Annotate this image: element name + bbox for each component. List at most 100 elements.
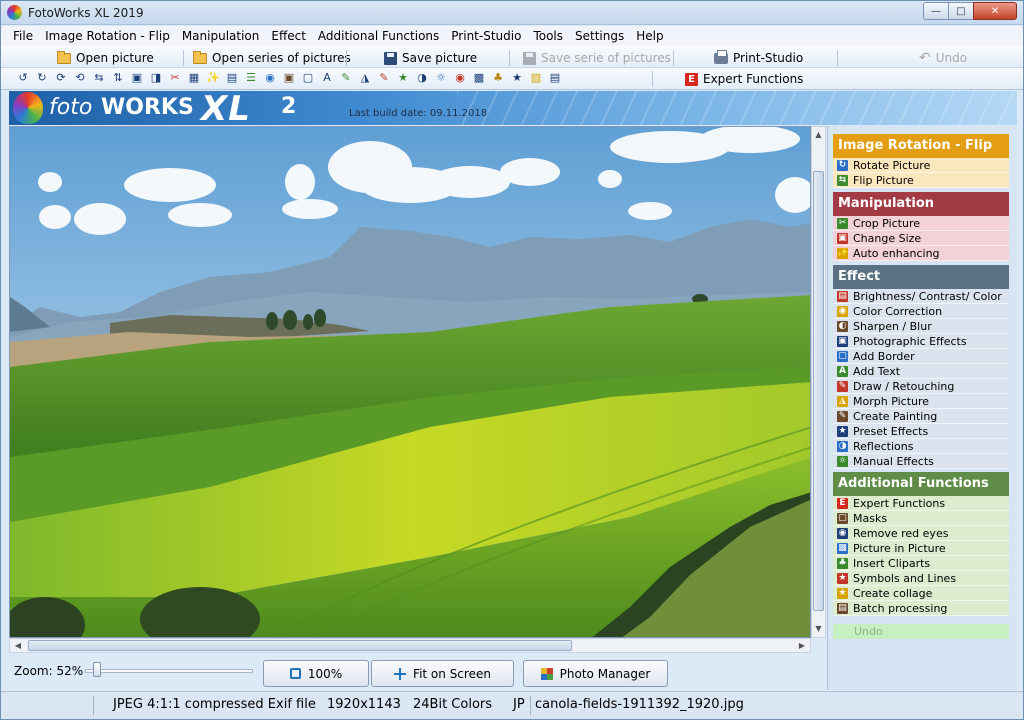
rotate-cw-icon[interactable]: ⟲ xyxy=(72,70,88,86)
panel-item[interactable]: ▤ Brightness/ Contrast/ Color xyxy=(833,289,1009,304)
transform-icon[interactable]: ▦ xyxy=(186,70,202,86)
draw-icon[interactable]: ✎ xyxy=(338,70,354,86)
open-picture-button[interactable]: Open picture xyxy=(57,49,154,67)
horizontal-scrollbar[interactable]: ◀ ▶ xyxy=(9,638,811,653)
open-series-button[interactable]: Open series of pictures xyxy=(193,49,351,67)
panel-undo-button[interactable]: Undo xyxy=(833,624,1009,639)
panel-category-header[interactable]: Additional Functions xyxy=(833,472,1009,496)
manual-effects-icon[interactable]: ☼ xyxy=(433,70,449,86)
flip-vertical-icon[interactable]: ⇅ xyxy=(110,70,126,86)
panel-item[interactable]: ▢ Add Border xyxy=(833,349,1009,364)
vertical-scrollbar[interactable]: ▲ ▼ xyxy=(811,126,826,638)
painting-icon[interactable]: ✎ xyxy=(376,70,392,86)
flip-horizontal-icon[interactable]: ⇆ xyxy=(91,70,107,86)
panel-item[interactable]: ◉ Remove red eyes xyxy=(833,526,1009,541)
picture-in-picture-icon[interactable]: ▩ xyxy=(471,70,487,86)
panel-item[interactable]: ▣ Photographic Effects xyxy=(833,334,1009,349)
panel-item[interactable]: ▤ Batch processing xyxy=(833,601,1009,616)
save-picture-button[interactable]: Save picture xyxy=(384,49,477,67)
panel-item[interactable]: ▩ Picture in Picture xyxy=(833,541,1009,556)
menu-effect[interactable]: Effect xyxy=(265,29,312,43)
auto-enhance-icon[interactable]: ✨ xyxy=(205,70,221,86)
minimize-button[interactable]: — xyxy=(923,2,949,20)
photo-manager-button[interactable]: Photo Manager xyxy=(523,660,668,687)
close-button[interactable]: ✕ xyxy=(973,2,1017,20)
panel-item[interactable]: ☼ Manual Effects xyxy=(833,454,1009,469)
panel-item[interactable]: ◑ Reflections xyxy=(833,439,1009,454)
panel-item[interactable]: ◉ Color Correction xyxy=(833,304,1009,319)
vertical-scroll-thumb[interactable] xyxy=(813,171,824,611)
reflection-icon[interactable]: ◑ xyxy=(414,70,430,86)
text-icon[interactable]: A xyxy=(319,70,335,86)
panel-item[interactable]: ✎ Draw / Retouching xyxy=(833,379,1009,394)
eye-icon[interactable]: ◉ xyxy=(452,70,468,86)
effects-icon[interactable]: ◉ xyxy=(262,70,278,86)
panel-category-header[interactable]: Image Rotation - Flip xyxy=(833,134,1009,158)
panel-item[interactable]: ◮ Morph Picture xyxy=(833,394,1009,409)
panel-item[interactable]: ♣ Insert Cliparts xyxy=(833,556,1009,571)
maximize-button[interactable]: □ xyxy=(948,2,974,20)
panel-item[interactable]: E Expert Functions xyxy=(833,496,1009,511)
panel-item[interactable]: ★ Symbols and Lines xyxy=(833,571,1009,586)
undo-button[interactable]: ↶ Undo xyxy=(919,49,967,67)
cut-icon[interactable]: ✂ xyxy=(167,70,183,86)
menu-image-rotation[interactable]: Image Rotation - Flip xyxy=(39,29,176,43)
rotate-left-icon[interactable]: ↺ xyxy=(15,70,31,86)
panel-category-header[interactable]: Manipulation xyxy=(833,192,1009,216)
symbols-icon[interactable]: ★ xyxy=(509,70,525,86)
menu-settings[interactable]: Settings xyxy=(569,29,630,43)
panel-item-icon: ▩ xyxy=(837,542,848,554)
panel-category-2: Manipulation ✂ Crop Picture ▣ Change Size ✨ Au… xyxy=(833,192,1009,261)
menu-help[interactable]: Help xyxy=(630,29,669,43)
panel-item[interactable]: ★ Preset Effects xyxy=(833,424,1009,439)
panel-item-label: Add Border xyxy=(853,349,915,363)
zoom-slider-knob[interactable] xyxy=(93,662,101,677)
photo-icon[interactable]: ▣ xyxy=(281,70,297,86)
menu-tools[interactable]: Tools xyxy=(527,29,569,43)
levels-icon[interactable]: ▤ xyxy=(224,70,240,86)
panel-item[interactable]: ★ Create collage xyxy=(833,586,1009,601)
menu-additional-functions[interactable]: Additional Functions xyxy=(312,29,445,43)
zoom-100-button[interactable]: 100% xyxy=(263,660,369,687)
separator xyxy=(652,71,653,87)
panel-item[interactable]: ↻ Rotate Picture xyxy=(833,158,1009,173)
frame-icon[interactable]: ▢ xyxy=(300,70,316,86)
scroll-down-icon[interactable]: ▼ xyxy=(812,621,825,637)
collage-icon[interactable]: ▧ xyxy=(528,70,544,86)
horizontal-scroll-thumb[interactable] xyxy=(28,640,572,651)
panel-item[interactable]: ⇆ Flip Picture xyxy=(833,173,1009,188)
scroll-left-icon[interactable]: ◀ xyxy=(10,639,26,652)
zoom-slider[interactable] xyxy=(85,661,255,681)
panel-category-3: Effect ▤ Brightness/ Contrast/ Color ◉ Color… xyxy=(833,265,1009,469)
clipart-icon[interactable]: ♣ xyxy=(490,70,506,86)
panel-item[interactable]: ◐ Sharpen / Blur xyxy=(833,319,1009,334)
panel-category-header[interactable]: Effect xyxy=(833,265,1009,289)
panel-item[interactable]: ✎ Create Painting xyxy=(833,409,1009,424)
tool-icons: ↺ ↻ ⟳ ⟲ ⇆ ⇅ ▣ ◨ ✂ ▦ ✨ ▤ ☰ ◉ ▣ ▢ A ✎ ◮ ✎ ★ ◑ ☼ ◉ ▩ ♣ ★ ▧ ▤ xyxy=(15,70,563,86)
save-series-button[interactable]: Save serie of pictures xyxy=(523,49,671,67)
scroll-right-icon[interactable]: ▶ xyxy=(794,639,810,652)
menu-manipulation[interactable]: Manipulation xyxy=(176,29,266,43)
color-balance-icon[interactable]: ☰ xyxy=(243,70,259,86)
batch-icon[interactable]: ▤ xyxy=(547,70,563,86)
panel-item[interactable]: ▢ Masks xyxy=(833,511,1009,526)
fit-screen-icon xyxy=(394,667,407,680)
menu-file[interactable]: File xyxy=(7,29,39,43)
crop-icon[interactable]: ◨ xyxy=(148,70,164,86)
fit-on-screen-button[interactable]: Fit on Screen xyxy=(371,660,514,687)
resize-icon[interactable]: ▣ xyxy=(129,70,145,86)
rotate-right-icon[interactable]: ↻ xyxy=(34,70,50,86)
expert-functions-button[interactable]: E Expert Functions xyxy=(685,70,803,88)
panel-item[interactable]: ✨ Auto enhancing xyxy=(833,246,1009,261)
print-studio-button[interactable]: Print-Studio xyxy=(714,49,803,67)
printer-icon xyxy=(714,49,728,64)
panel-item[interactable]: ✂ Crop Picture xyxy=(833,216,1009,231)
panel-item[interactable]: ▣ Change Size xyxy=(833,231,1009,246)
preset-icon[interactable]: ★ xyxy=(395,70,411,86)
menu-print-studio[interactable]: Print-Studio xyxy=(445,29,527,43)
rotate-ccw-icon[interactable]: ⟳ xyxy=(53,70,69,86)
panel-item[interactable]: A Add Text xyxy=(833,364,1009,379)
scroll-up-icon[interactable]: ▲ xyxy=(812,127,825,143)
image-viewport[interactable] xyxy=(9,126,811,638)
morph-icon[interactable]: ◮ xyxy=(357,70,373,86)
